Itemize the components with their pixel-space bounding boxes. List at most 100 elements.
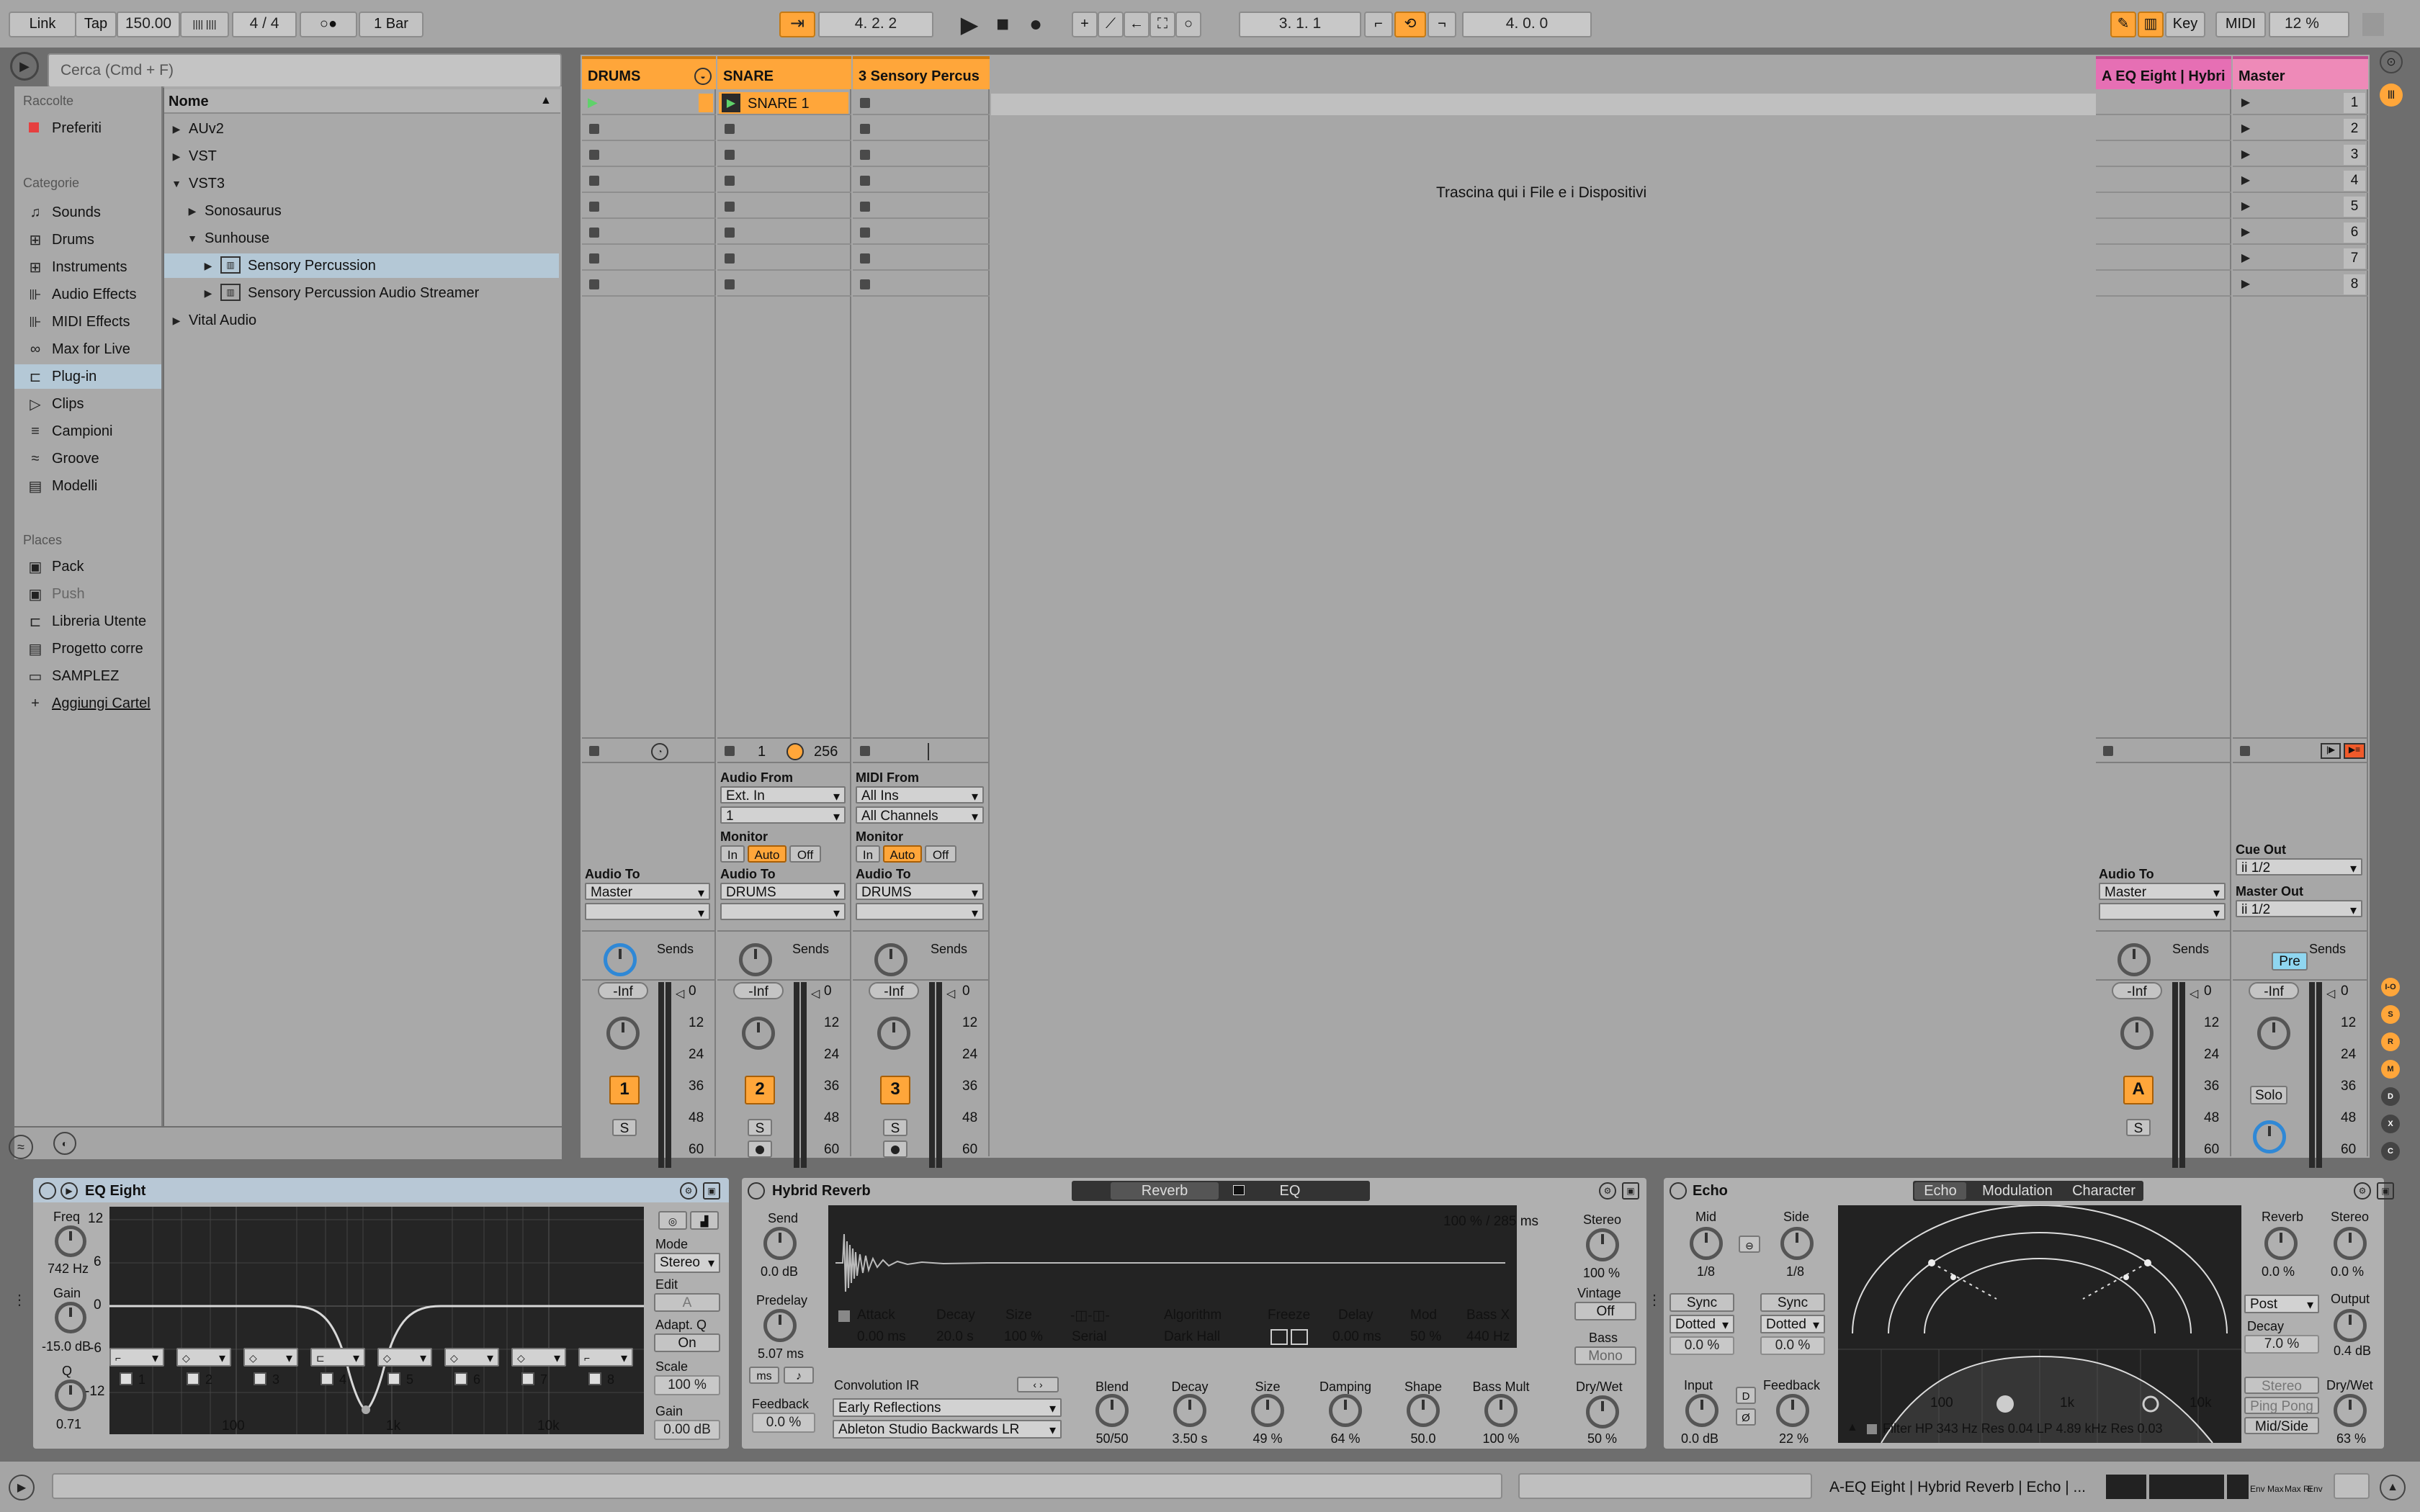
sidebar-item-sounds[interactable]: ♫ Sounds <box>14 200 161 225</box>
scene-number[interactable]: 4 <box>2344 171 2365 191</box>
stereo-value[interactable]: 0.0 % <box>2331 1263 2364 1280</box>
device-power-icon[interactable] <box>39 1182 56 1200</box>
send-knob[interactable] <box>763 1227 797 1260</box>
preview-headphones-icon[interactable]: ◐ <box>53 1132 76 1155</box>
clip-slot[interactable] <box>582 168 716 193</box>
fader-handle-icon[interactable]: ◁ <box>676 986 684 1001</box>
clip-stop-icon[interactable] <box>589 176 599 186</box>
eq-band-type-dropdown[interactable]: ⌐ <box>578 1348 633 1367</box>
filter-expand-icon[interactable]: ▲ <box>1847 1421 1858 1434</box>
clip-stop-icon[interactable] <box>589 279 599 289</box>
track-header-snare[interactable]: SNARE <box>717 56 851 89</box>
mini-device-thumb[interactable] <box>2227 1475 2249 1499</box>
mini-device-thumb[interactable] <box>2149 1475 2224 1499</box>
chevron-right-icon[interactable]: ▶ <box>170 147 183 166</box>
monitor-in-button[interactable]: In <box>856 845 880 863</box>
monitor-auto-button[interactable]: Auto <box>748 845 786 863</box>
tree-item[interactable]: ▼ VST3 <box>164 171 559 196</box>
clip-slot[interactable]: ▶ SNARE 1 <box>717 91 851 115</box>
delay-toggle-icon[interactable]: D <box>2381 1087 2400 1106</box>
clip-slot[interactable] <box>853 220 990 245</box>
tab-reverb[interactable]: Reverb <box>1111 1182 1219 1200</box>
eq-band-type-dropdown[interactable]: ◇ <box>243 1348 298 1367</box>
clip-slot[interactable] <box>853 194 990 219</box>
detail-view-toggle-icon[interactable]: ▲ <box>2380 1475 2406 1500</box>
clip-slot[interactable] <box>2096 117 2231 141</box>
size-value[interactable]: 100 % <box>1004 1329 1043 1345</box>
filter-toggle[interactable] <box>1867 1424 1877 1434</box>
cue-out-dropdown[interactable]: ii 1/2 <box>2236 858 2362 876</box>
mode-dropdown[interactable]: Stereo <box>654 1253 720 1273</box>
adapt-q-button[interactable]: On <box>654 1333 720 1352</box>
side-time-value[interactable]: 1/8 <box>1786 1263 1804 1280</box>
draw-mode-button[interactable]: ✎ <box>2110 12 2136 37</box>
pan-knob[interactable] <box>877 1017 910 1050</box>
feedback-value[interactable]: 22 % <box>1779 1430 1809 1447</box>
clip-stop-icon[interactable] <box>725 202 735 212</box>
loop-start-field[interactable]: 3. 1. 1 <box>1239 12 1361 37</box>
chevron-right-icon[interactable]: ▶ <box>186 202 199 220</box>
send-a-knob[interactable] <box>604 943 637 976</box>
decay-value[interactable]: 3.50 s <box>1155 1430 1224 1447</box>
group-play-icon[interactable]: ▶ <box>588 95 602 109</box>
peak-level-display[interactable]: -Inf <box>733 982 784 999</box>
link-button[interactable]: Link <box>9 12 76 37</box>
clip-slot[interactable] <box>582 272 716 297</box>
size-knob[interactable] <box>1251 1394 1284 1427</box>
monitor-off-button[interactable]: Off <box>789 845 821 863</box>
arm-button[interactable] <box>883 1140 908 1158</box>
audio-to-channel-dropdown[interactable] <box>720 903 846 920</box>
returns-toggle-icon[interactable]: R <box>2381 1032 2400 1051</box>
clip-slot[interactable]: ▶ 5 <box>2233 194 2368 219</box>
status-play-icon[interactable]: ▶ <box>9 1475 35 1500</box>
scene-launch-icon[interactable]: ▶ <box>2238 121 2253 135</box>
device-play-icon[interactable]: ▶ <box>60 1182 78 1200</box>
bass-mono-button[interactable]: Mono <box>1574 1346 1636 1365</box>
damping-knob[interactable] <box>1329 1394 1362 1427</box>
sidebar-item-max-for-live[interactable]: ∞ Max for Live <box>14 337 161 361</box>
clip-slot[interactable]: ▶ 2 <box>2233 117 2368 141</box>
blend-knob[interactable] <box>1095 1394 1129 1427</box>
scene-launch-icon[interactable]: ▶ <box>2238 147 2253 161</box>
link-icon[interactable]: ⊖ <box>1739 1236 1760 1253</box>
clip-slot[interactable]: ▶ 6 <box>2233 220 2368 245</box>
eq-spectrum-toggle[interactable]: ◎ <box>658 1211 687 1230</box>
solo-button[interactable]: S <box>748 1119 772 1136</box>
clip-slot[interactable] <box>582 143 716 167</box>
audio-from-dropdown[interactable]: Ext. In <box>720 786 846 804</box>
eq-band-type-dropdown[interactable]: ◇ <box>444 1348 499 1367</box>
track-activator-button[interactable]: 1 <box>609 1076 640 1104</box>
audio-to-channel-dropdown[interactable] <box>585 903 710 920</box>
computer-midi-keyboard-button[interactable]: ▥ <box>2138 12 2164 37</box>
tree-item[interactable]: ▶ ▥ Sensory Percussion Audio Streamer <box>164 281 559 305</box>
audio-to-dropdown[interactable]: Master <box>585 883 710 900</box>
clip-slot[interactable] <box>2096 272 2231 297</box>
freeze-icon[interactable] <box>1291 1329 1308 1345</box>
clip-dry-button[interactable]: D <box>1736 1387 1756 1404</box>
arrangement-view-icon[interactable]: ⊙ <box>2380 50 2403 73</box>
scene-number[interactable]: 2 <box>2344 119 2365 139</box>
clip-slot[interactable] <box>582 220 716 245</box>
scene-launch-icon[interactable]: ▶ <box>2238 199 2253 213</box>
peak-level-display[interactable]: -Inf <box>2112 982 2162 999</box>
chevron-right-icon[interactable]: ▶ <box>202 284 215 302</box>
tab-echo[interactable]: Echo <box>1914 1182 1966 1200</box>
sidebar-item-user-library[interactable]: ⊏ Libreria Utente <box>14 609 161 634</box>
eq-toggle-icon[interactable] <box>1233 1185 1245 1195</box>
quantize-dropdown[interactable]: 1 Bar <box>359 12 424 37</box>
mid-mode-dropdown[interactable]: Dotted <box>1670 1315 1734 1333</box>
feedback-knob[interactable] <box>1776 1394 1809 1427</box>
ir-category-dropdown[interactable]: Early Reflections <box>833 1398 1062 1417</box>
clip-slot[interactable] <box>717 220 851 245</box>
scene-number[interactable]: 6 <box>2344 222 2365 243</box>
tree-item[interactable]: ▶ Vital Audio <box>164 308 559 333</box>
clip-slot[interactable]: ▶ 1 <box>2233 91 2368 115</box>
sends-toggle-icon[interactable]: S <box>2381 1005 2400 1024</box>
delay-value[interactable]: 0.00 ms <box>1332 1329 1381 1345</box>
side-offset-value[interactable]: 0.0 % <box>1760 1336 1825 1355</box>
dry-wet-knob[interactable] <box>2334 1394 2367 1427</box>
tree-item[interactable]: ▼ Sunhouse <box>164 226 559 251</box>
pan-knob[interactable] <box>742 1017 775 1050</box>
eq-band-enable-checkbox[interactable] <box>521 1372 534 1385</box>
mid-time-knob[interactable] <box>1690 1227 1723 1260</box>
